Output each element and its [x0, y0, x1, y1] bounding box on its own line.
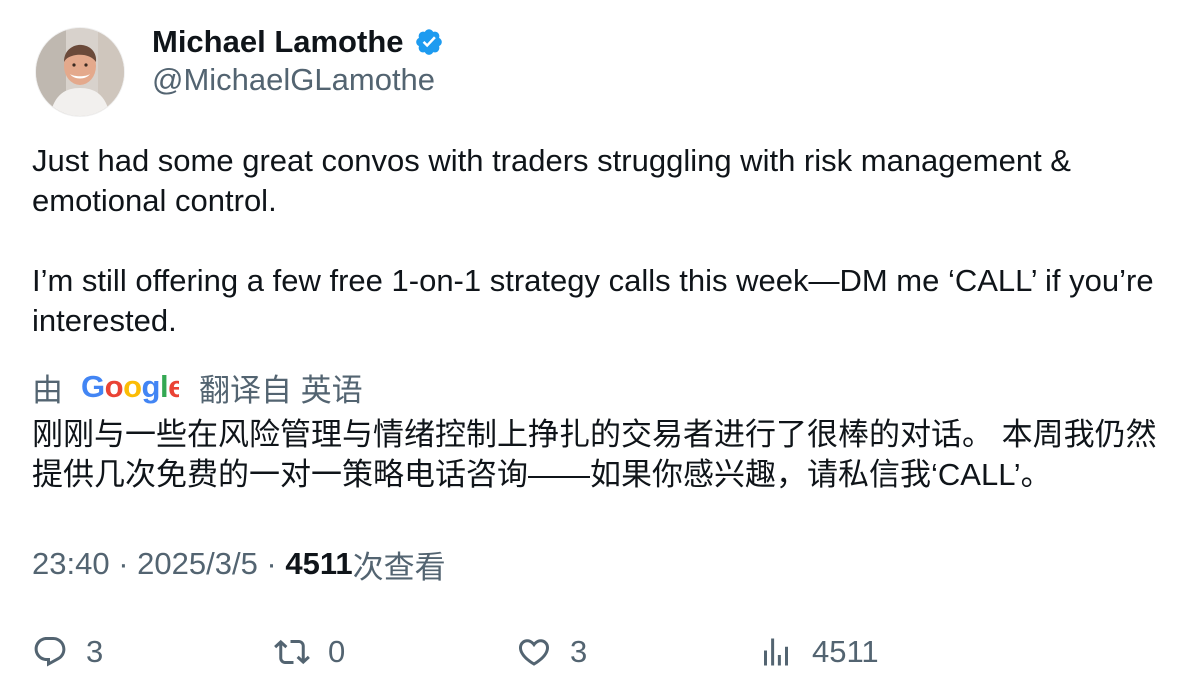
- author-handle[interactable]: @MichaelGLamothe: [152, 62, 435, 98]
- tweet-date[interactable]: 2025/3/5: [137, 546, 258, 582]
- like-count: 3: [570, 634, 588, 669]
- repost-button[interactable]: 0: [274, 628, 345, 676]
- meta-separator: ·: [109, 546, 138, 581]
- translated-tweet-text: 刚刚与一些在风险管理与情绪控制上挣扎的交易者进行了很棒的对话。 本周我仍然提供几…: [32, 417, 1157, 492]
- translation-attribution: 由 Google 翻译自 英语: [32, 365, 363, 409]
- reply-icon: [32, 634, 68, 670]
- translation-prefix: 由: [32, 372, 63, 408]
- tweet-time[interactable]: 23:40: [32, 546, 110, 582]
- reply-count: 3: [86, 634, 104, 669]
- views-chart-icon: [758, 634, 794, 670]
- views-button[interactable]: 4511: [758, 628, 879, 676]
- google-logo[interactable]: Google: [81, 370, 179, 404]
- views-label: 次查看: [352, 549, 446, 585]
- tweet-text: Just had some great convos with traders …: [32, 141, 1162, 341]
- author-display-name[interactable]: Michael Lamothe: [152, 24, 404, 60]
- tweet-meta: 23:40 · 2025/3/5 · 4511 次查看: [32, 542, 446, 586]
- heart-icon: [516, 634, 552, 670]
- views-total: 4511: [812, 634, 879, 669]
- tweet-paragraph: I’m still offering a few free 1-on-1 str…: [32, 263, 1154, 338]
- avatar-photo: [36, 28, 124, 116]
- like-button[interactable]: 3: [516, 628, 587, 676]
- action-bar: 3 0 3 4511: [32, 628, 1162, 676]
- meta-separator: ·: [257, 546, 286, 581]
- repost-icon: [274, 634, 310, 670]
- reply-button[interactable]: 3: [32, 628, 103, 676]
- repost-count: 0: [328, 634, 346, 669]
- translation-suffix: 翻译自 英语: [199, 372, 363, 408]
- tweet-paragraph: Just had some great convos with traders …: [32, 143, 1071, 218]
- avatar[interactable]: [36, 28, 124, 116]
- views-count: 4511: [285, 546, 353, 581]
- verified-badge-icon[interactable]: [414, 27, 444, 57]
- author-name-row[interactable]: Michael Lamothe: [152, 22, 444, 62]
- svg-text:Google: Google: [81, 370, 179, 404]
